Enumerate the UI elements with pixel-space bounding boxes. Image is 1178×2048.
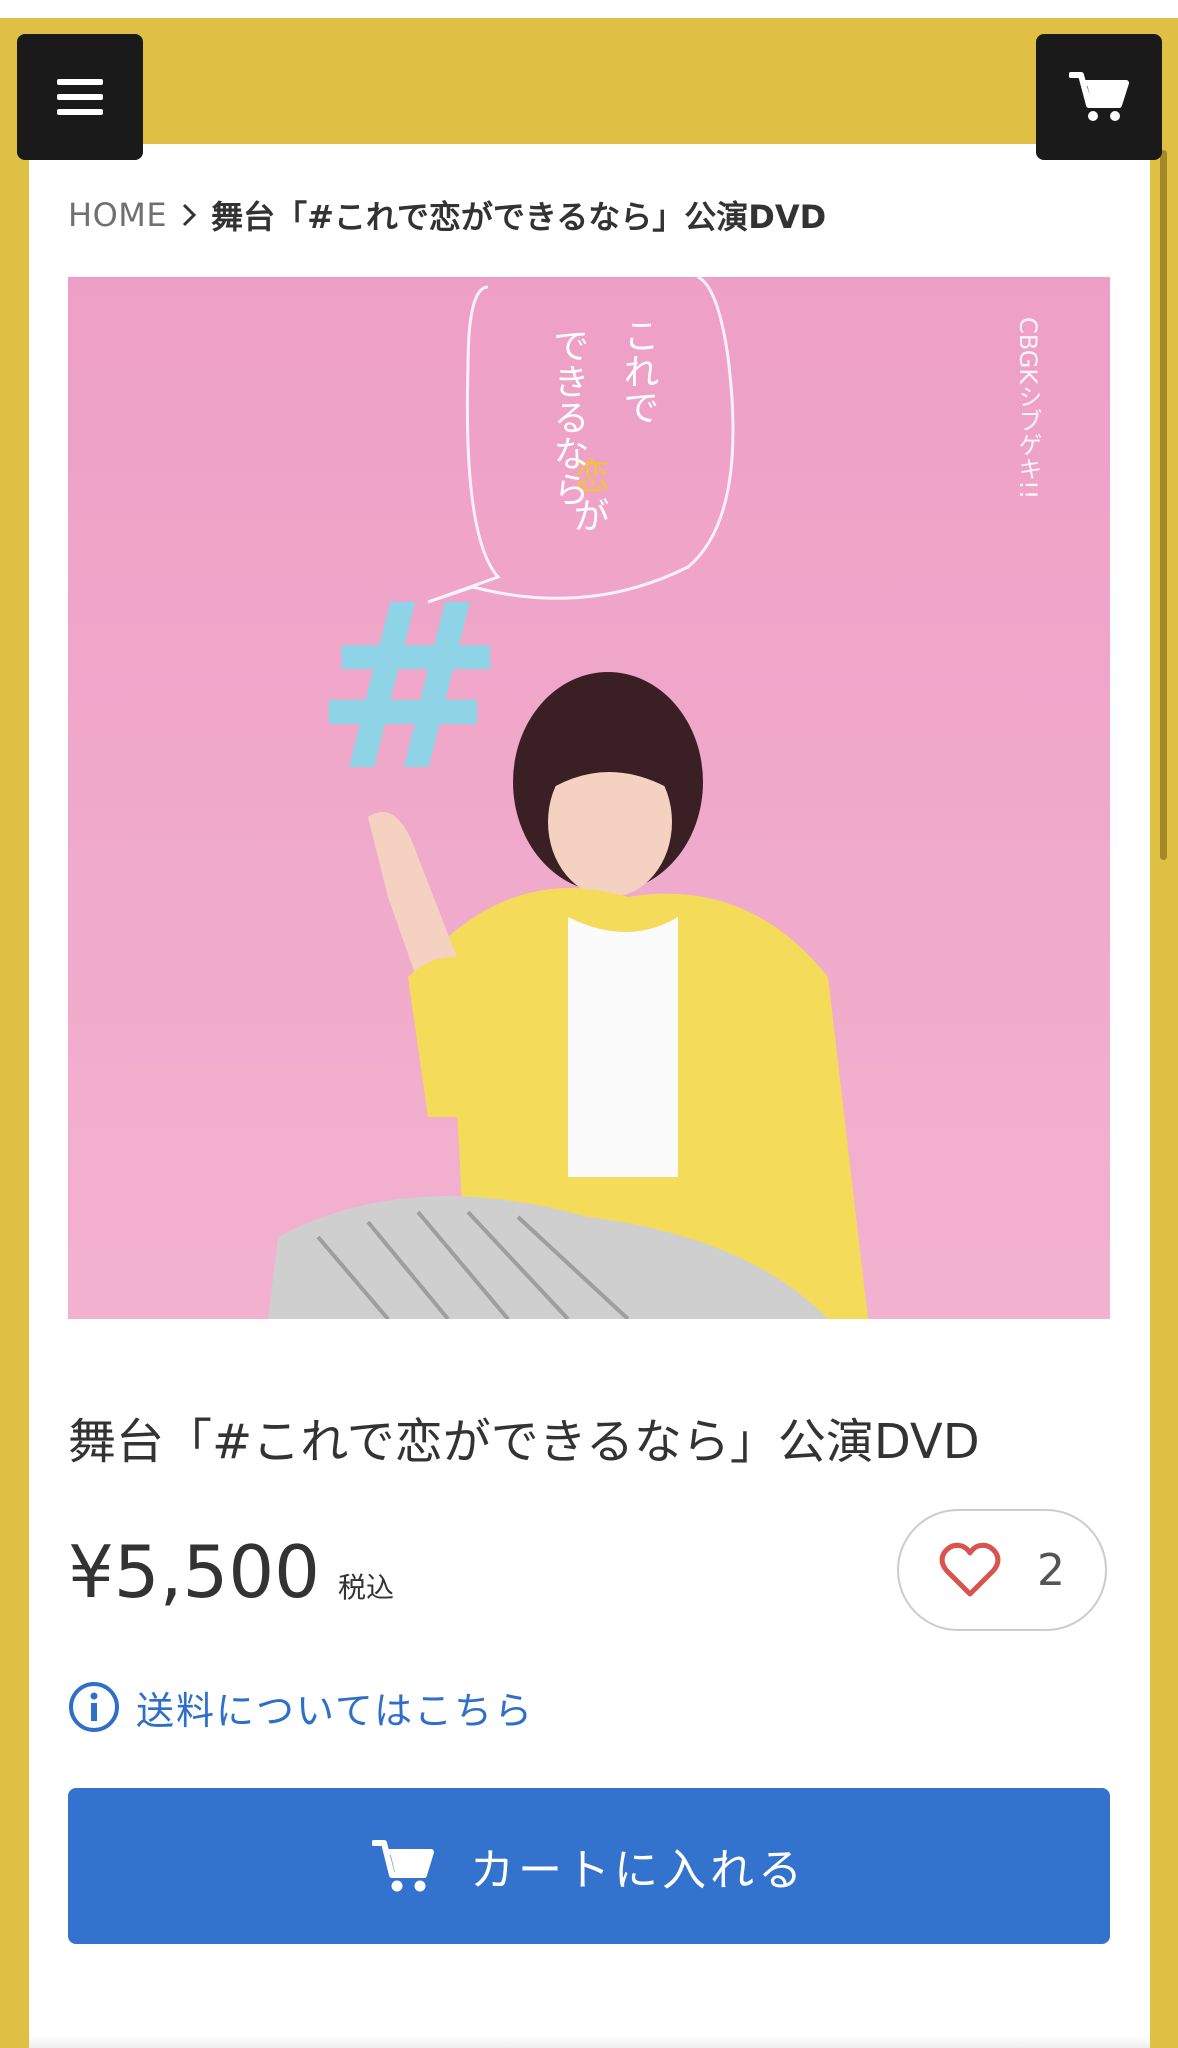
add-to-cart-label: カートに入れる: [470, 1845, 806, 1896]
cart-button[interactable]: [1036, 34, 1162, 160]
add-to-cart-button[interactable]: カートに入れる: [68, 1788, 1110, 1944]
shipping-link-label: 送料についてはこちら: [136, 1688, 535, 1733]
product-image-art: これで 恋 が できるなら CBGKシブゲキ!! #: [68, 277, 1110, 1319]
frame-left-border: [0, 18, 29, 2048]
vertical-title-line3: できるなら: [548, 327, 589, 507]
product-image[interactable]: これで 恋 が できるなら CBGKシブゲキ!! #: [68, 277, 1110, 1319]
breadcrumb: HOME 舞台「#これで恋ができるなら」公演DVD: [68, 190, 826, 240]
menu-button[interactable]: [17, 34, 143, 160]
price-row: ¥5,500 税込: [68, 1530, 394, 1614]
cart-icon: [1069, 72, 1129, 121]
breadcrumb-current: 舞台「#これで恋ができるなら」公演DVD: [211, 198, 827, 236]
chevron-right-icon: [183, 203, 197, 227]
product-title: 舞台「#これで恋ができるなら」公演DVD: [68, 1414, 980, 1470]
like-button[interactable]: 2: [897, 1509, 1107, 1631]
product-price: ¥5,500: [68, 1530, 320, 1614]
breadcrumb-home-link[interactable]: HOME: [68, 196, 167, 234]
page-bottom-edge: [29, 2036, 1150, 2048]
tax-label: 税込: [337, 1571, 394, 1604]
shipping-info-link[interactable]: 送料についてはこちら: [68, 1680, 534, 1734]
vertical-title-line1: これで: [618, 317, 659, 425]
scrollbar[interactable]: [1160, 150, 1167, 860]
like-count: 2: [1037, 1544, 1065, 1596]
cart-icon: [372, 1840, 434, 1892]
heart-icon: [939, 1542, 1001, 1597]
header-bar: [0, 18, 1178, 144]
hamburger-icon: [57, 79, 103, 115]
info-icon: [69, 1682, 119, 1732]
hash-symbol: #: [313, 555, 506, 822]
image-side-text: CBGKシブゲキ!!: [1014, 317, 1042, 499]
